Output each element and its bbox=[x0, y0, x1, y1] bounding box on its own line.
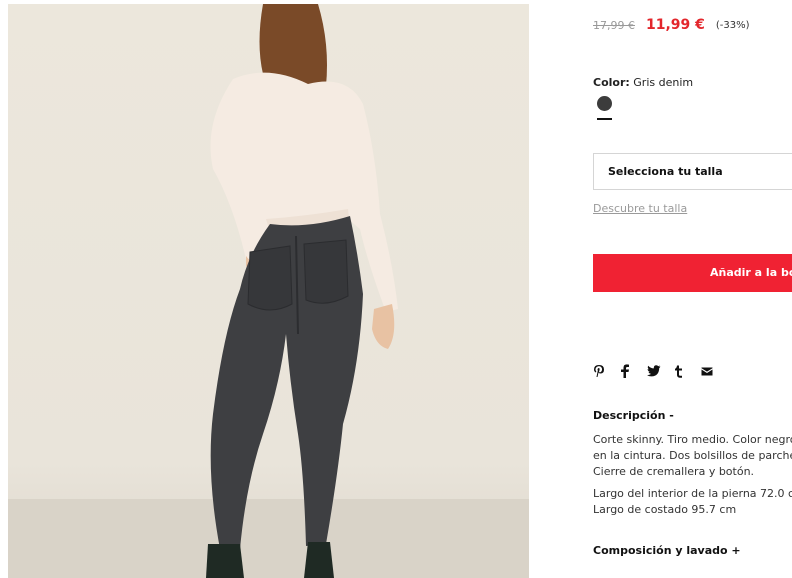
tumblr-icon[interactable] bbox=[674, 365, 688, 378]
share-bar bbox=[593, 364, 728, 378]
description-line: Corte skinny. Tiro medio. Color negro d bbox=[593, 433, 792, 446]
color-value: Gris denim bbox=[633, 76, 694, 89]
size-guide-link[interactable]: Descubre tu talla bbox=[593, 202, 687, 215]
color-swatch-gris-denim[interactable] bbox=[597, 96, 612, 111]
color-label-title: Color: bbox=[593, 76, 630, 89]
pinterest-icon[interactable] bbox=[593, 364, 607, 378]
original-price: 17,99 € bbox=[593, 18, 635, 32]
description-toggle[interactable]: Descripción - bbox=[593, 409, 674, 422]
composition-toggle[interactable]: Composición y lavado + bbox=[593, 544, 741, 557]
facebook-icon[interactable] bbox=[620, 364, 634, 378]
selected-swatch-indicator bbox=[597, 118, 612, 120]
description-line: Cierre de cremallera y botón. bbox=[593, 465, 755, 478]
email-icon[interactable] bbox=[701, 367, 715, 376]
product-image[interactable] bbox=[8, 4, 529, 578]
color-label: Color: Gris denim bbox=[593, 76, 693, 89]
sale-price: 11,99 € bbox=[646, 17, 705, 33]
measurement-line: Largo del interior de la pierna 72.0 cm bbox=[593, 487, 792, 500]
size-select[interactable]: Selecciona tu talla bbox=[593, 153, 792, 190]
description-text: Corte skinny. Tiro medio. Color negro d … bbox=[593, 432, 792, 480]
product-photo-illustration bbox=[8, 4, 529, 578]
price-row: 17,99 € 11,99 € (-33%) bbox=[593, 16, 750, 34]
measurements-text: Largo del interior de la pierna 72.0 cm … bbox=[593, 486, 792, 518]
measurement-line: Largo de costado 95.7 cm bbox=[593, 503, 737, 516]
discount-badge: (-33%) bbox=[715, 19, 750, 31]
description-line: en la cintura. Dos bolsillos de parche e bbox=[593, 449, 792, 462]
add-to-bag-button[interactable]: Añadir a la bolsa bbox=[593, 254, 792, 292]
twitter-icon[interactable] bbox=[647, 365, 661, 377]
